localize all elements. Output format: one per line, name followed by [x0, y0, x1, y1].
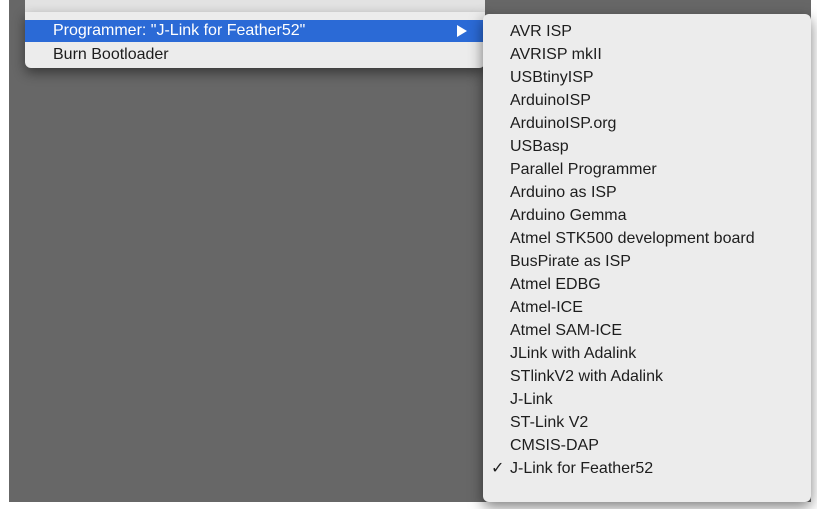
submenu-item-label: Atmel-ICE [510, 299, 583, 316]
programmer-submenu: AVR ISP AVRISP mkII USBtinyISP ArduinoIS… [483, 14, 811, 502]
submenu-item-j-link-feather52[interactable]: ✓ J-Link for Feather52 [483, 457, 811, 480]
submenu-item-label: Atmel STK500 development board [510, 230, 755, 247]
menu-item-burn-bootloader[interactable]: Burn Bootloader [25, 44, 485, 66]
submenu-item-label: ST-Link V2 [510, 414, 589, 431]
submenu-item-usbtinyisp[interactable]: USBtinyISP [483, 66, 811, 89]
submenu-item-j-link[interactable]: J-Link [483, 388, 811, 411]
menu-item-programmer-label: Programmer: "J-Link for Feather52" [53, 22, 306, 39]
submenu-item-atmel-ice[interactable]: Atmel-ICE [483, 296, 811, 319]
submenu-arrow-icon [457, 25, 467, 37]
submenu-item-label: USBtinyISP [510, 69, 594, 86]
submenu-item-label: BusPirate as ISP [510, 253, 631, 270]
submenu-item-st-link-v2[interactable]: ST-Link V2 [483, 411, 811, 434]
submenu-item-label: STlinkV2 with Adalink [510, 368, 663, 385]
submenu-item-stlinkv2-adalink[interactable]: STlinkV2 with Adalink [483, 365, 811, 388]
submenu-item-label: Atmel SAM-ICE [510, 322, 623, 339]
submenu-item-atmel-edbg[interactable]: Atmel EDBG [483, 273, 811, 296]
submenu-item-arduinoisp-org[interactable]: ArduinoISP.org [483, 112, 811, 135]
submenu-item-label: Arduino Gemma [510, 207, 627, 224]
submenu-item-arduino-as-isp[interactable]: Arduino as ISP [483, 181, 811, 204]
submenu-item-label: AVRISP mkII [510, 46, 602, 63]
menu-item-burn-bootloader-label: Burn Bootloader [53, 46, 169, 63]
submenu-item-label: JLink with Adalink [510, 345, 637, 362]
submenu-item-arduino-gemma[interactable]: Arduino Gemma [483, 204, 811, 227]
menu-item-programmer[interactable]: Programmer: "J-Link for Feather52" [25, 20, 485, 42]
submenu-item-label: ArduinoISP [510, 92, 591, 109]
submenu-item-avr-isp[interactable]: AVR ISP [483, 20, 811, 43]
submenu-item-atmel-stk500[interactable]: Atmel STK500 development board [483, 227, 811, 250]
submenu-item-buspirate-as-isp[interactable]: BusPirate as ISP [483, 250, 811, 273]
submenu-item-label: J-Link [510, 391, 553, 408]
submenu-item-arduinoisp[interactable]: ArduinoISP [483, 89, 811, 112]
submenu-item-label: Atmel EDBG [510, 276, 601, 293]
submenu-item-usbasp[interactable]: USBasp [483, 135, 811, 158]
submenu-item-jlink-adalink[interactable]: JLink with Adalink [483, 342, 811, 365]
submenu-item-label: CMSIS-DAP [510, 437, 599, 454]
tools-menu: Programmer: "J-Link for Feather52" Burn … [25, 12, 485, 68]
submenu-item-parallel-programmer[interactable]: Parallel Programmer [483, 158, 811, 181]
checkmark-icon: ✓ [491, 460, 505, 477]
submenu-item-atmel-sam-ice[interactable]: Atmel SAM-ICE [483, 319, 811, 342]
submenu-item-label: Parallel Programmer [510, 161, 657, 178]
submenu-item-cmsis-dap[interactable]: CMSIS-DAP [483, 434, 811, 457]
submenu-item-label: ArduinoISP.org [510, 115, 617, 132]
submenu-item-label: AVR ISP [510, 23, 572, 40]
submenu-item-label: Arduino as ISP [510, 184, 617, 201]
submenu-item-label: USBasp [510, 138, 569, 155]
submenu-item-avrisp-mkii[interactable]: AVRISP mkII [483, 43, 811, 66]
submenu-item-label: J-Link for Feather52 [510, 460, 654, 477]
